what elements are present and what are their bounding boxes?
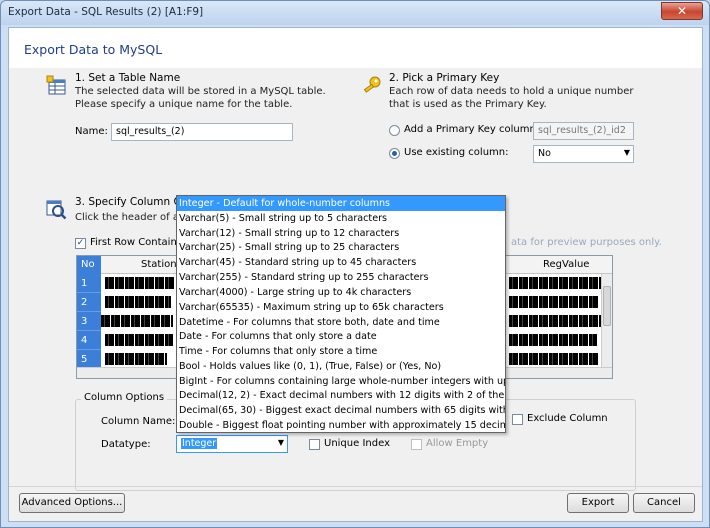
preview-note: ata for preview purposes only. (511, 237, 662, 248)
section1-desc-line1: The selected data will be stored in a My… (75, 86, 326, 97)
first-row-header-checkbox[interactable]: ✓ (75, 238, 86, 249)
section2-desc-line1: Each row of data needs to hold a unique … (389, 86, 634, 97)
unique-index-label: Unique Index (324, 438, 390, 449)
dialog-client-area: Export Data to MySQL 1. Set a Table Name… (8, 27, 703, 522)
datatype-option[interactable]: Varchar(45) - Standard string up to 45 c… (177, 255, 505, 270)
allow-empty-label: Allow Empty (426, 438, 489, 449)
close-icon: ✕ (676, 4, 688, 18)
window-title: Export Data - SQL Results (2) [A1:F9] (8, 6, 204, 18)
key-icon (363, 76, 381, 93)
redacted-cell (105, 277, 175, 289)
datatype-option[interactable]: BigInt - For columns containing large wh… (177, 374, 505, 389)
page-title: Export Data to MySQL (24, 42, 163, 57)
column-search-icon (46, 200, 67, 220)
allow-empty-checkbox[interactable] (411, 439, 422, 450)
redacted-cell (101, 315, 173, 327)
redacted-cell (509, 315, 601, 327)
unique-index-checkbox[interactable] (309, 439, 320, 450)
datatype-select[interactable]: Integer ▼ (176, 435, 288, 453)
column-name-label: Column Name: (101, 416, 176, 427)
chevron-down-icon: ▼ (277, 438, 284, 447)
column-options-title: Column Options (81, 392, 168, 403)
grid-column-header-regvalue[interactable]: RegValue (543, 256, 589, 274)
datatype-option[interactable]: Date - For columns that only store a dat… (177, 329, 505, 344)
close-button[interactable]: ✕ (661, 2, 703, 20)
datatype-option[interactable]: Datetime - For columns that store both, … (177, 315, 505, 330)
add-primary-key-radio[interactable] (389, 125, 400, 136)
datatype-label: Datatype: (101, 439, 151, 450)
table-name-input[interactable]: sql_results_(2) (111, 123, 293, 141)
datatype-option[interactable]: Varchar(65535) - Maximum string up to 65… (177, 300, 505, 315)
redacted-cell (509, 353, 599, 365)
datatype-option[interactable]: Varchar(255) - Standard string up to 255… (177, 270, 505, 285)
export-data-window: Export Data - SQL Results (2) [A1:F9] ✕ … (0, 0, 710, 528)
row-number[interactable]: 3 (77, 312, 101, 331)
redacted-cell (509, 277, 601, 289)
redacted-cell (509, 296, 599, 308)
advanced-options-button[interactable]: Advanced Options... (19, 493, 125, 513)
redacted-cell (105, 353, 167, 365)
use-existing-column-radio[interactable] (389, 148, 400, 159)
datatype-option[interactable]: Varchar(4000) - Large string up to 4k ch… (177, 285, 505, 300)
grid-vertical-scrollbar[interactable] (601, 274, 612, 367)
grid-no-header[interactable]: No (77, 256, 101, 274)
scroll-thumb[interactable] (603, 286, 611, 326)
datatype-option[interactable]: Varchar(25) - Small string up to 25 char… (177, 240, 505, 255)
row-number[interactable]: 4 (77, 331, 101, 350)
footer-divider (9, 486, 702, 487)
use-existing-column-label: Use existing column: (404, 147, 509, 158)
datatype-option[interactable]: Double - Biggest float pointing number w… (177, 418, 505, 432)
datatype-option[interactable]: Decimal(65, 30) - Biggest exact decimal … (177, 403, 505, 418)
datatype-option[interactable]: Time - For columns that only store a tim… (177, 344, 505, 359)
redacted-cell (509, 334, 597, 346)
datatype-option[interactable]: Varchar(5) - Small string up to 5 charac… (177, 211, 505, 226)
export-button[interactable]: Export (567, 493, 629, 513)
first-row-header-label: First Row Contains (90, 237, 183, 248)
redacted-cell (105, 334, 173, 346)
chevron-down-icon: ▼ (623, 148, 630, 157)
section3-desc: Click the header of a c (75, 212, 188, 223)
cancel-button[interactable]: Cancel (633, 493, 695, 513)
title-bar[interactable]: Export Data - SQL Results (2) [A1:F9] ✕ (1, 1, 709, 25)
datatype-option[interactable]: Integer - Default for whole-number colum… (177, 196, 505, 211)
add-primary-key-label: Add a Primary Key column: (404, 124, 540, 135)
section2-title: 2. Pick a Primary Key (389, 72, 500, 84)
section3-title: 3. Specify Column O (75, 196, 182, 208)
exclude-column-label: Exclude Column (527, 413, 608, 424)
redacted-cell (105, 296, 171, 308)
existing-column-select[interactable]: No ▼ (533, 145, 634, 163)
header-band: Export Data to MySQL (9, 28, 702, 68)
section1-title: 1. Set a Table Name (75, 72, 181, 84)
table-icon (46, 75, 66, 95)
datatype-value: Integer (181, 438, 218, 449)
datatype-dropdown-list[interactable]: Integer - Default for whole-number colum… (176, 195, 506, 433)
existing-column-value: No (538, 148, 551, 159)
row-number[interactable]: 2 (77, 293, 101, 312)
datatype-option[interactable]: Varchar(12) - Small string up to 12 char… (177, 226, 505, 241)
primary-key-name-input[interactable]: sql_results_(2)_id2 (533, 122, 634, 140)
section1-desc-line2: Please specify a unique name for the tab… (75, 99, 293, 110)
section2-desc-line2: that is used as the Primary Key. (389, 99, 547, 110)
checkmark-icon: ✓ (76, 238, 85, 248)
datatype-option[interactable]: Decimal(12, 2) - Exact decimal numbers w… (177, 388, 505, 403)
exclude-column-checkbox[interactable] (512, 414, 523, 425)
datatype-option[interactable]: Bool - Holds values like (0, 1), (True, … (177, 359, 505, 374)
name-label: Name: (75, 126, 108, 137)
grid-column-header-station[interactable]: Station (141, 256, 177, 274)
row-number[interactable]: 1 (77, 274, 101, 293)
